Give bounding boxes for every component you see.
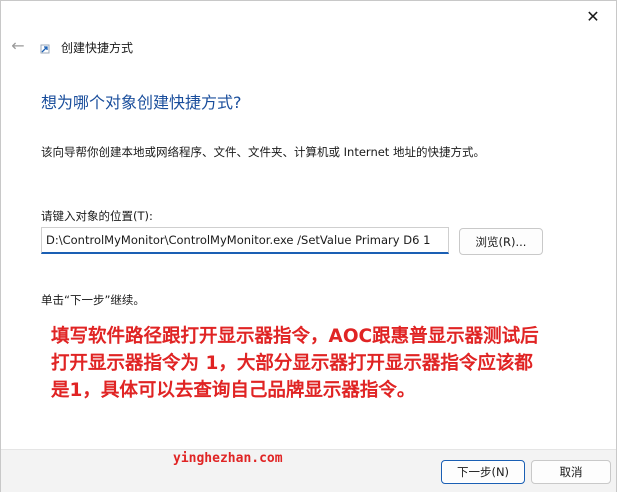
- shortcut-icon: [40, 44, 50, 54]
- annotation-line: 打开显示器指令为 1，大部分显示器打开显示器指令应该都: [51, 353, 533, 374]
- back-arrow-icon[interactable]: ←: [9, 37, 27, 55]
- location-input[interactable]: [41, 227, 449, 254]
- create-shortcut-window: ✕ ← 创建快捷方式 想为哪个对象创建快捷方式? 该向导帮你创建本地或网络程序、…: [0, 0, 617, 492]
- close-icon[interactable]: ✕: [570, 1, 616, 31]
- next-button[interactable]: 下一步(N): [441, 460, 525, 484]
- continue-hint: 单击“下一步”继续。: [41, 293, 145, 307]
- annotation-text: 填写软件路径跟打开显示器指令，AOC跟惠普显示器测试后 打开显示器指令为 1，大…: [51, 323, 611, 404]
- cancel-button[interactable]: 取消: [531, 460, 611, 484]
- page-heading: 想为哪个对象创建快捷方式?: [41, 93, 242, 112]
- annotation-line: 是1，具体可以去查询自己品牌显示器指令。: [51, 380, 416, 401]
- wizard-title: 创建快捷方式: [61, 41, 134, 55]
- title-bar: ✕: [1, 1, 616, 33]
- location-label: 请键入对象的位置(T):: [41, 209, 153, 223]
- wizard-description: 该向导帮你创建本地或网络程序、文件、文件夹、计算机或 Internet 地址的快…: [41, 145, 485, 159]
- browse-button[interactable]: 浏览(R)...: [459, 228, 543, 255]
- annotation-line: 填写软件路径跟打开显示器指令，AOC跟惠普显示器测试后: [51, 326, 539, 347]
- watermark: yinghezhan.com: [173, 451, 283, 466]
